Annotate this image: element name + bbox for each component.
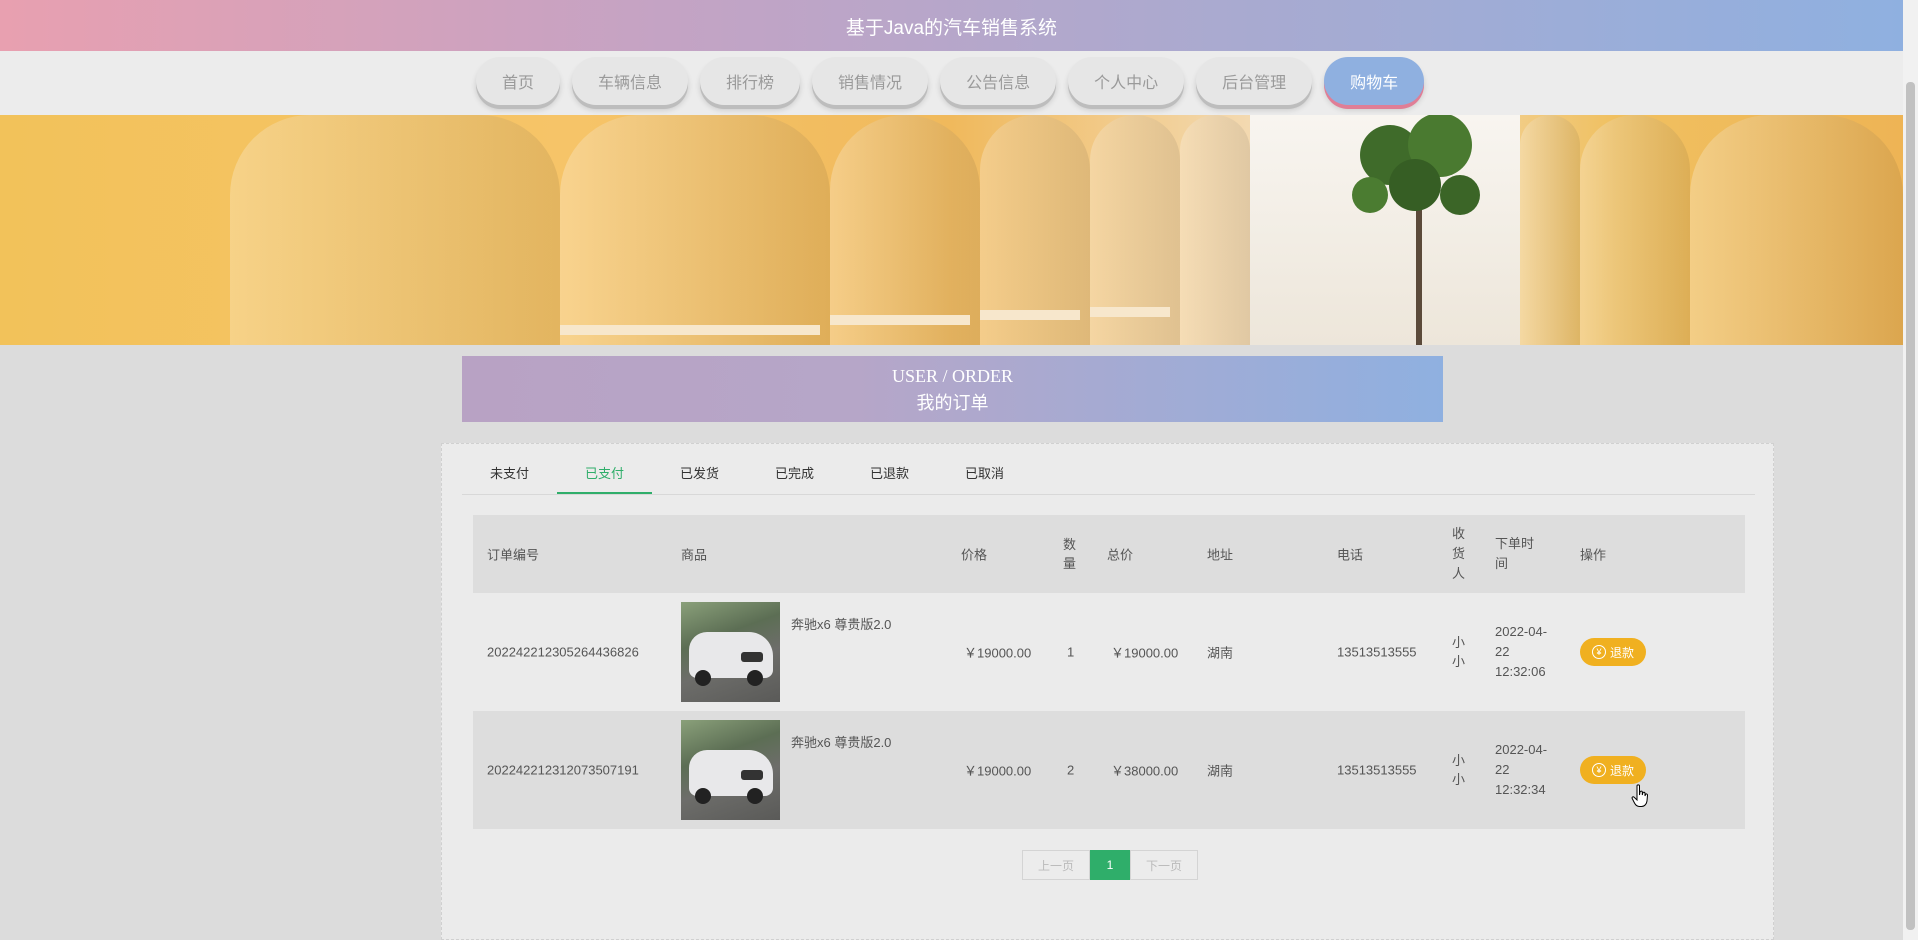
page-1-button[interactable]: 1 — [1090, 850, 1130, 880]
price: ￥19000.00 — [964, 763, 1032, 779]
heading-cn: 我的订单 — [916, 393, 989, 413]
main-nav-bar: 首页 车辆信息 排行榜 销售情况 公告信息 个人中心 后台管理 购物车 — [0, 51, 1903, 115]
main-nav: 首页 车辆信息 排行榜 销售情况 公告信息 个人中心 后台管理 购物车 — [476, 57, 1425, 105]
order-card: 未支付 已支付 已发货 已完成 已退款 已取消 订单编号 商品 价格 数量 总价… — [441, 443, 1774, 940]
top-header-bar: 基于Java的汽车销售系统 — [0, 0, 1903, 51]
nav-announcements[interactable]: 公告信息 — [940, 57, 1057, 105]
receiver: 小小 — [1452, 753, 1466, 787]
refund-label: 退款 — [1609, 763, 1634, 778]
header-price: 价格 — [961, 547, 988, 563]
product-name[interactable]: 奔驰x6 尊贵版2.0 — [791, 614, 891, 633]
nav-home[interactable]: 首页 — [476, 57, 561, 105]
prev-page-button[interactable]: 上一页 — [1022, 850, 1090, 880]
order-status-tabs: 未支付 已支付 已发货 已完成 已退款 已取消 — [462, 454, 1755, 495]
order-time: 2022-04-22 12:32:34 — [1495, 742, 1548, 797]
order-no: 202242212305264436826 — [487, 644, 639, 660]
scrollbar-thumb[interactable] — [1906, 82, 1915, 930]
tab-cancelled[interactable]: 已取消 — [937, 454, 1032, 494]
header-order-no: 订单编号 — [487, 547, 540, 563]
product-image[interactable] — [681, 602, 780, 702]
nav-cart[interactable]: 购物车 — [1324, 57, 1425, 105]
table-row: 202242212305264436826 奔驰x6 尊贵版2.0 ￥19000… — [473, 593, 1745, 711]
price: ￥19000.00 — [964, 645, 1032, 661]
car-icon — [689, 750, 773, 804]
header-time: 下单时间 — [1495, 536, 1535, 571]
address: 湖南 — [1207, 645, 1234, 661]
header-phone: 电话 — [1337, 547, 1364, 563]
pagination: 上一页 1 下一页 — [1022, 850, 1198, 880]
address: 湖南 — [1207, 763, 1234, 779]
phone: 13513513555 — [1337, 644, 1417, 660]
product-name[interactable]: 奔驰x6 尊贵版2.0 — [791, 732, 891, 751]
plant-icon — [1352, 115, 1480, 345]
page-scrollbar[interactable] — [1903, 0, 1918, 940]
header-action: 操作 — [1580, 547, 1607, 563]
order-time: 2022-04-22 12:32:06 — [1495, 624, 1548, 679]
header-total: 总价 — [1107, 547, 1134, 563]
site-title: 基于Java的汽车销售系统 — [845, 18, 1058, 39]
tab-paid[interactable]: 已支付 — [557, 454, 652, 494]
order-no: 202242212312073507191 — [487, 762, 639, 778]
page-heading: USER / ORDER 我的订单 — [462, 356, 1443, 422]
header-qty: 数量 — [1063, 537, 1077, 571]
banner-image — [0, 115, 1903, 345]
car-icon — [689, 632, 773, 686]
nav-admin[interactable]: 后台管理 — [1196, 57, 1313, 105]
quantity: 2 — [1067, 762, 1075, 778]
tab-completed[interactable]: 已完成 — [747, 454, 842, 494]
header-address: 地址 — [1207, 547, 1234, 563]
refund-button[interactable]: ¥ 退款 — [1580, 638, 1646, 666]
nav-sales[interactable]: 销售情况 — [812, 57, 929, 105]
table-row: 202242212312073507191 奔驰x6 尊贵版2.0 ￥19000… — [473, 711, 1745, 829]
tab-unpaid[interactable]: 未支付 — [462, 454, 557, 494]
header-receiver: 收货人 — [1452, 526, 1466, 581]
yen-icon: ¥ — [1591, 763, 1606, 777]
total-price: ￥38000.00 — [1111, 763, 1179, 779]
product-image[interactable] — [681, 720, 780, 820]
quantity: 1 — [1067, 644, 1075, 660]
refund-button[interactable]: ¥ 退款 — [1580, 756, 1646, 784]
tab-shipped[interactable]: 已发货 — [652, 454, 747, 494]
refund-label: 退款 — [1609, 645, 1634, 660]
next-page-button[interactable]: 下一页 — [1130, 850, 1198, 880]
nav-vehicle-info[interactable]: 车辆信息 — [572, 57, 689, 105]
table-header: 订单编号 商品 价格 数量 总价 地址 电话 收货人 下单时间 操作 — [473, 515, 1745, 593]
nav-profile[interactable]: 个人中心 — [1068, 57, 1185, 105]
heading-en: USER / ORDER — [891, 366, 1014, 386]
tab-refunded[interactable]: 已退款 — [842, 454, 937, 494]
receiver: 小小 — [1452, 635, 1466, 669]
yen-icon: ¥ — [1591, 645, 1606, 659]
hand-cursor-icon — [1631, 784, 1648, 807]
total-price: ￥19000.00 — [1111, 645, 1179, 661]
order-table: 订单编号 商品 价格 数量 总价 地址 电话 收货人 下单时间 操作 20224… — [473, 515, 1745, 829]
phone: 13513513555 — [1337, 762, 1417, 778]
nav-ranking[interactable]: 排行榜 — [700, 57, 801, 105]
header-product: 商品 — [681, 547, 708, 563]
